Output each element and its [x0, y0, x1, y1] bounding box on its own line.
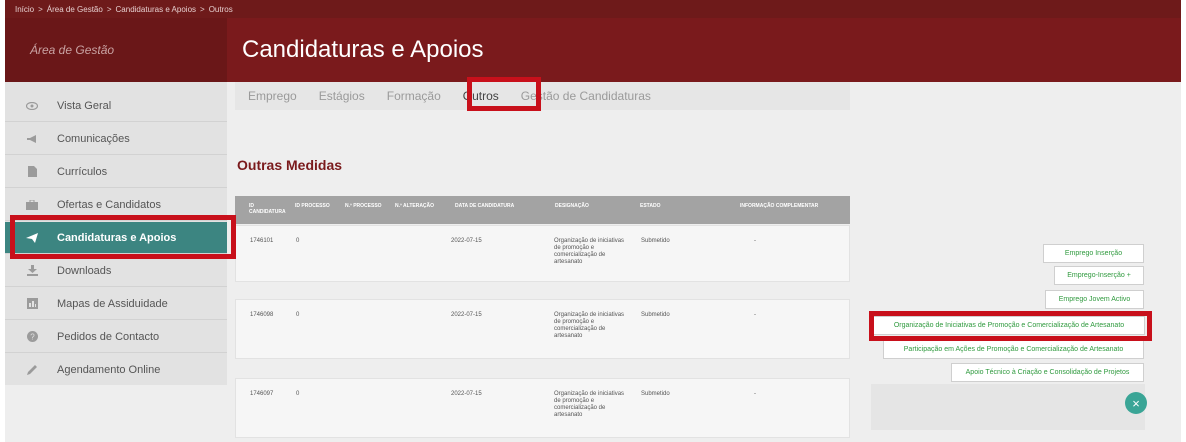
column-header: ID PROCESSO: [295, 203, 330, 209]
floating-panel: [871, 384, 1145, 430]
bar-chart-icon: [25, 298, 39, 310]
sidebar-item-downloads[interactable]: Downloads: [5, 255, 227, 287]
svg-text:?: ?: [30, 333, 35, 342]
column-header: INFORMAÇÃO COMPLEMENTAR: [740, 203, 819, 209]
pencil-icon: [25, 364, 39, 376]
cell-estado: Submetido: [641, 391, 670, 397]
table-row[interactable]: 1746101 0 2022-07-15 Organização de inic…: [235, 225, 850, 282]
breadcrumb-separator: >: [200, 4, 205, 14]
page-frame: Início > Área de Gestão > Candidaturas e…: [5, 0, 1181, 442]
cell-processo: 0: [296, 312, 300, 318]
menu-option-participacao-artesanato[interactable]: Participação em Ações de Promoção e Come…: [883, 340, 1144, 359]
sidebar-item-label: Mapas de Assiduidade: [57, 297, 168, 310]
breadcrumb-inicio[interactable]: Início: [15, 5, 34, 14]
megaphone-icon: [25, 133, 39, 145]
cell-id: 1746101: [250, 238, 274, 244]
breadcrumb-separator: >: [106, 4, 112, 14]
cell-info: -: [754, 238, 756, 244]
section-title: Outras Medidas: [237, 157, 343, 173]
cell-info: -: [754, 391, 756, 397]
eye-icon: [25, 100, 39, 112]
sidebar-item-label: Currículos: [57, 165, 108, 178]
cell-data: 2022-07-15: [451, 238, 482, 244]
sidebar-item-mapas[interactable]: Mapas de Assiduidade: [5, 288, 227, 320]
page-title: Candidaturas e Apoios: [242, 36, 484, 63]
cell-data: 2022-07-15: [451, 391, 482, 397]
cell-processo: 0: [296, 391, 300, 397]
help-icon: ?: [25, 331, 39, 343]
column-header: N.º PROCESSO: [345, 203, 382, 209]
download-icon: [25, 265, 39, 277]
close-icon: ×: [1132, 395, 1140, 411]
sidebar-item-label: Downloads: [57, 264, 112, 277]
sidebar-title: Área de Gestão: [5, 18, 227, 82]
sidebar-item-vista-geral[interactable]: Vista Geral: [5, 90, 227, 122]
column-header: ID CANDIDATURA: [249, 203, 286, 215]
menu-option-emprego-jovem-activo[interactable]: Emprego Jovem Activo: [1045, 290, 1144, 309]
tab-estagios[interactable]: Estágios: [308, 89, 376, 103]
breadcrumb-separator: >: [38, 4, 43, 14]
breadcrumb-area-gestao[interactable]: Área de Gestão: [47, 5, 103, 14]
column-header: DESIGNAÇÃO: [555, 203, 589, 209]
table-header: ID CANDIDATURA ID PROCESSO N.º PROCESSO …: [235, 196, 850, 224]
highlight-box-option: [869, 311, 1152, 341]
cell-id: 1746098: [250, 312, 274, 318]
column-header: N.º ALTERAÇÃO: [395, 203, 435, 209]
tab-emprego[interactable]: Emprego: [237, 89, 308, 103]
cell-estado: Submetido: [641, 238, 670, 244]
breadcrumb: Início > Área de Gestão > Candidaturas e…: [5, 0, 1181, 18]
cell-designacao: Organização de iniciativas de promoção e…: [554, 238, 625, 265]
sidebar-item-label: Pedidos de Contacto: [57, 330, 160, 343]
cell-estado: Submetido: [641, 312, 670, 318]
document-icon: [25, 166, 39, 178]
cell-designacao: Organização de iniciativas de promoção e…: [554, 312, 625, 339]
sidebar-item-pedidos[interactable]: ? Pedidos de Contacto: [5, 321, 227, 353]
breadcrumb-candidaturas[interactable]: Candidaturas e Apoios: [116, 5, 197, 14]
column-header: DATA DE CANDIDATURA: [455, 203, 515, 209]
table-row[interactable]: 1746098 0 2022-07-15 Organização de inic…: [235, 299, 850, 359]
sidebar-item-agendamento[interactable]: Agendamento Online: [5, 354, 227, 386]
briefcase-icon: [25, 199, 39, 211]
column-header: ESTADO: [640, 203, 661, 209]
cell-data: 2022-07-15: [451, 312, 482, 318]
sidebar-item-comunicacoes[interactable]: Comunicações: [5, 123, 227, 155]
menu-option-emprego-insercao[interactable]: Emprego Inserção: [1043, 244, 1144, 263]
sidebar-item-label: Comunicações: [57, 132, 130, 145]
table-row[interactable]: 1746097 0 2022-07-15 Organização de inic…: [235, 378, 850, 438]
sidebar-item-label: Vista Geral: [57, 99, 112, 112]
cell-info: -: [754, 312, 756, 318]
highlight-box-sidebar: [10, 215, 236, 259]
breadcrumb-outros: Outros: [208, 4, 233, 14]
close-menu-button[interactable]: ×: [1125, 392, 1147, 414]
tab-formacao[interactable]: Formação: [376, 89, 452, 103]
cell-id: 1746097: [250, 391, 274, 397]
sidebar-item-curriculos[interactable]: Currículos: [5, 156, 227, 188]
tab-bar: Emprego Estágios Formação Outros Gestão …: [235, 82, 850, 110]
sidebar-item-label: Ofertas e Candidatos: [57, 198, 161, 211]
cell-processo: 0: [296, 238, 300, 244]
menu-option-emprego-insercao-plus[interactable]: Emprego-Inserção +: [1054, 266, 1144, 285]
menu-option-apoio-tecnico[interactable]: Apoio Técnico à Criação e Consolidação d…: [951, 363, 1144, 382]
sidebar-item-label: Agendamento Online: [57, 364, 161, 376]
highlight-box-tab: [467, 77, 541, 111]
cell-designacao: Organização de iniciativas de promoção e…: [554, 391, 625, 418]
